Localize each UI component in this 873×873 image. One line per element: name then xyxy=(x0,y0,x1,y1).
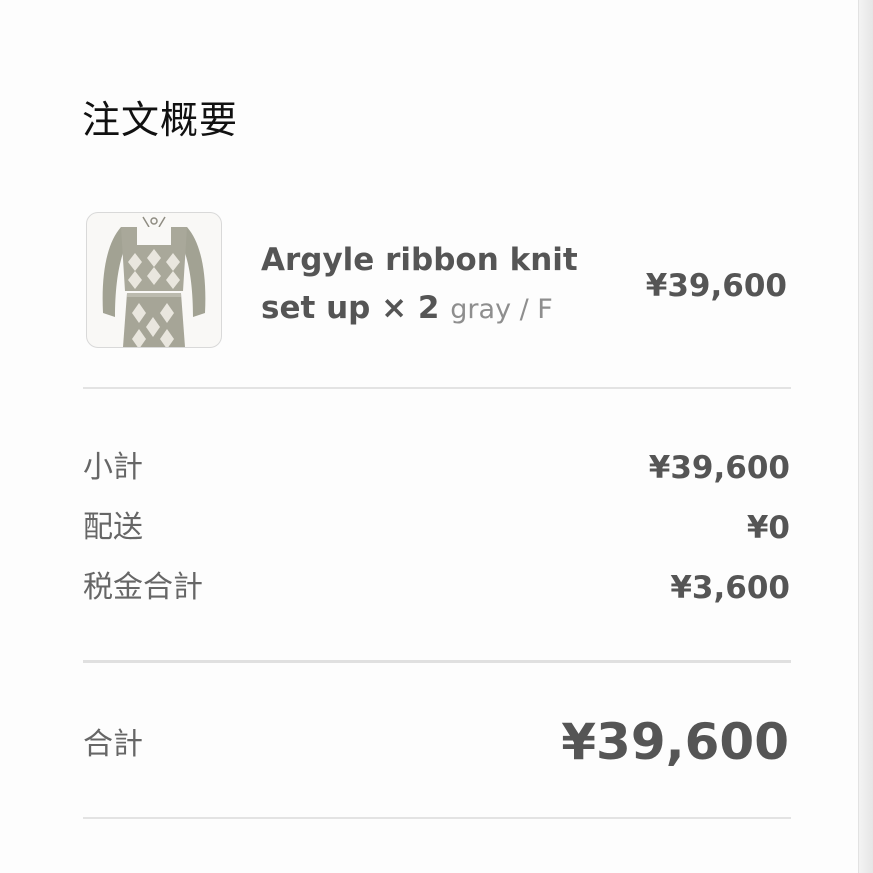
product-name[interactable]: Argyle ribbon knit set up × 2 gray / F xyxy=(261,236,601,334)
line-item-price: ¥39,600 xyxy=(645,268,787,304)
shipping-label: 配送 xyxy=(83,510,143,545)
subtotal-value: ¥39,600 xyxy=(648,450,790,486)
divider xyxy=(83,660,791,663)
order-summary-title: 注文概要 xyxy=(82,98,239,142)
shipping-value: ¥0 xyxy=(746,510,790,546)
order-summary-page: 注文概要 Argyle ribbon knit set up × 2 gray … xyxy=(0,0,873,873)
total-label: 合計 xyxy=(83,727,143,762)
tax-value: ¥3,600 xyxy=(670,570,790,606)
tax-label: 税金合計 xyxy=(83,570,203,605)
divider xyxy=(83,387,791,389)
total-value: ¥39,600 xyxy=(561,713,789,771)
divider xyxy=(83,817,791,819)
knit-setup-image xyxy=(102,216,206,347)
shipping-row: 配送 ¥0 xyxy=(83,506,790,550)
subtotal-label: 小計 xyxy=(83,450,143,485)
product-variant: gray / F xyxy=(450,294,553,325)
tax-row: 税金合計 ¥3,600 xyxy=(83,566,790,610)
product-thumbnail[interactable] xyxy=(86,212,222,348)
subtotal-row: 小計 ¥39,600 xyxy=(83,446,790,490)
scrollbar-track[interactable] xyxy=(858,0,873,873)
